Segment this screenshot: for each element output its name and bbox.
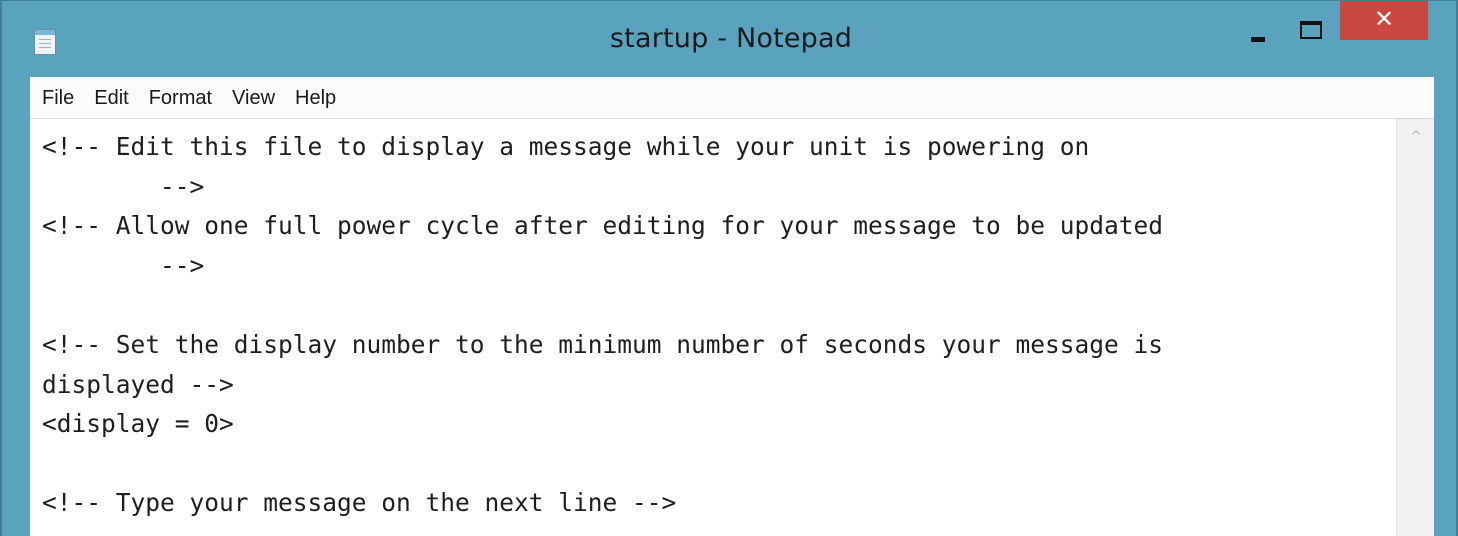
title-bar[interactable]: startup - Notepad ✕ (2, 1, 1456, 77)
menu-edit[interactable]: Edit (94, 85, 128, 110)
maximize-icon[interactable] (1288, 11, 1334, 45)
text-content[interactable]: <!-- Edit this file to display a message… (42, 127, 1382, 536)
minimize-icon[interactable] (1232, 15, 1282, 49)
menu-file[interactable]: File (42, 85, 74, 110)
close-icon[interactable]: ✕ (1340, 1, 1428, 40)
vertical-scrollbar[interactable]: ^ (1396, 119, 1434, 536)
menu-format[interactable]: Format (149, 85, 212, 110)
menu-help[interactable]: Help (295, 85, 336, 110)
menu-view[interactable]: View (232, 85, 275, 110)
chevron-up-icon[interactable]: ^ (1397, 129, 1435, 155)
notepad-window: startup - Notepad ✕ File Edit Format Vie… (0, 0, 1458, 536)
menu-bar: File Edit Format View Help (30, 77, 1434, 119)
editor-area[interactable]: <!-- Edit this file to display a message… (30, 119, 1434, 536)
